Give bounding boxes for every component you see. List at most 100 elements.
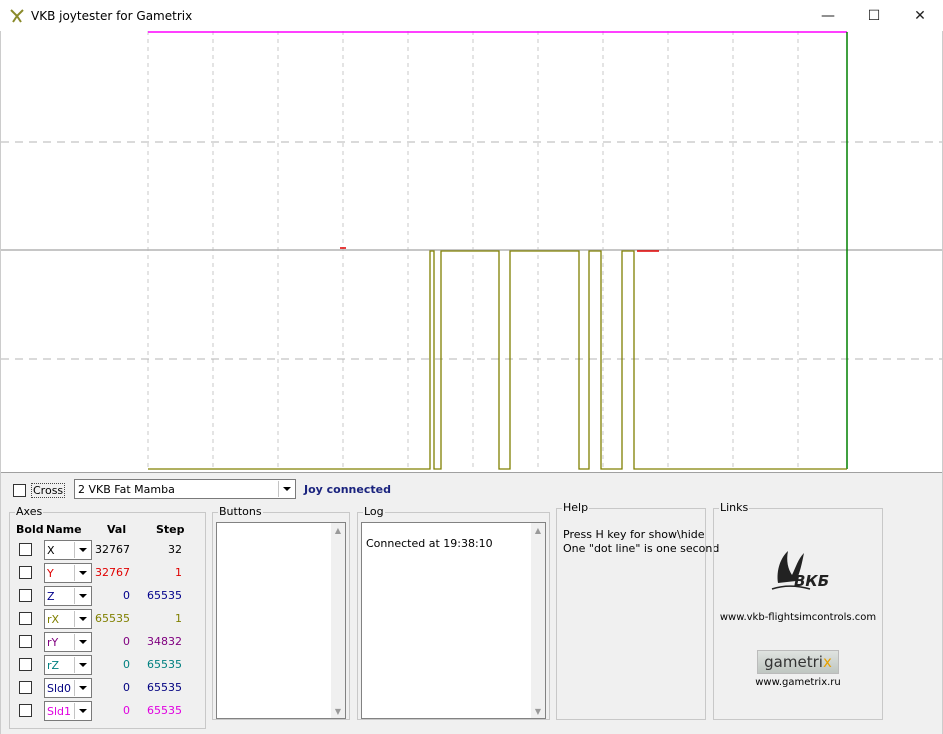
scroll-down-icon[interactable]: ▼ [531,704,545,718]
vkb-logo[interactable]: ВКБ [766,545,836,595]
log-list[interactable]: Connected at 19:38:10 ▲ ▼ [361,522,546,719]
axis-value: 0 [123,681,130,694]
vkb-logo-text: ВКБ [794,572,830,590]
axis-row-x: X 32767 32 [10,540,200,562]
log-group-title: Log [363,505,385,518]
log-scrollbar[interactable]: ▲ ▼ [531,523,545,718]
axis-row-rz: rZ 0 65535 [10,655,200,677]
chevron-down-icon[interactable] [74,611,90,627]
cross-checkbox[interactable] [13,483,26,497]
chevron-down-icon[interactable] [74,657,90,673]
chevron-down-icon[interactable] [74,588,90,604]
maximize-button[interactable]: ☐ [851,0,897,31]
scroll-down-icon[interactable]: ▼ [331,704,345,718]
axis-row-y: Y 32767 1 [10,563,200,585]
buttons-group-title: Buttons [218,505,263,518]
vkb-link[interactable]: www.vkb-flightsimcontrols.com [715,612,881,623]
axis-step: 65535 [147,658,182,671]
axis-bold-checkbox[interactable] [19,589,32,602]
log-line: Connected at 19:38:10 [366,537,493,550]
links-group-title: Links [719,501,750,514]
axis-step: 65535 [147,589,182,602]
axis-name: Y [47,567,54,580]
chevron-down-icon[interactable] [74,703,90,719]
axis-row-ry: rY 0 34832 [10,632,200,654]
gametrix-logo-x: x [822,653,832,671]
axis-row-z: Z 0 65535 [10,586,200,608]
axis-bold-checkbox[interactable] [19,658,32,671]
minimize-icon: — [821,7,835,24]
axis-name-select[interactable]: rY [44,632,92,652]
axis-name: rX [47,613,60,626]
axis-step: 1 [175,566,182,579]
axis-value: 0 [123,704,130,717]
axes-group: Axes Bold Name Val Step X 32767 32 Y 327… [9,506,206,729]
chevron-down-icon[interactable] [74,565,90,581]
buttons-scrollbar[interactable]: ▲ ▼ [331,523,345,718]
device-select[interactable]: 2 VKB Fat Mamba [74,479,296,499]
axis-step: 1 [175,612,182,625]
axis-bold-checkbox[interactable] [19,612,32,625]
buttons-list[interactable]: ▲ ▼ [216,522,346,719]
axis-name: rZ [47,659,60,672]
signal-plot [1,31,942,472]
scroll-up-icon[interactable]: ▲ [331,523,345,537]
help-line: Press H key for show\hide [563,528,705,541]
axes-header-val: Val [107,523,127,536]
title-bar: VKB joytester for Gametrix — ☐ ✕ [0,0,943,31]
axis-value: 0 [123,635,130,648]
chevron-down-icon[interactable] [278,481,294,497]
axis-step: 65535 [147,681,182,694]
axis-name-select[interactable]: rX [44,609,92,629]
axis-value: 65535 [95,612,130,625]
axis-value: 0 [123,589,130,602]
close-icon: ✕ [914,7,926,24]
buttons-group: Buttons ▲ ▼ [212,506,350,720]
vkb-app-icon [10,9,24,23]
cross-label: Cross [31,482,66,498]
maximize-icon: ☐ [867,7,881,24]
axis-name: rY [47,636,59,649]
axis-value: 32767 [95,543,130,556]
close-button[interactable]: ✕ [897,0,943,31]
axis-bold-checkbox[interactable] [19,704,32,717]
axes-group-title: Axes [15,505,44,518]
axis-value: 0 [123,658,130,671]
axis-bold-checkbox[interactable] [19,543,32,556]
axis-name-select[interactable]: Z [44,586,92,606]
axis-name-select[interactable]: Sld0 [44,678,92,698]
axis-step: 32 [168,543,182,556]
gametrix-logo[interactable]: gametrix [757,650,839,674]
axes-header-name: Name [46,523,82,536]
log-group: Log Connected at 19:38:10 ▲ ▼ [357,506,550,720]
gametrix-link[interactable]: www.gametrix.ru [715,677,881,688]
help-line: One "dot line" is one second [563,542,720,555]
gametrix-logo-text: gametri [764,653,823,671]
axis-bold-checkbox[interactable] [19,681,32,694]
axes-header-bold: Bold [16,523,44,536]
connection-status: Joy connected [304,483,391,496]
axis-name-select[interactable]: Y [44,563,92,583]
scroll-up-icon[interactable]: ▲ [531,523,545,537]
help-group: Help Press H key for show\hide One "dot … [556,502,719,720]
rx-trace [148,250,847,470]
axis-name-select[interactable]: Sld1 [44,701,92,721]
axis-name-select[interactable]: X [44,540,92,560]
axis-row-sld1: Sld1 0 65535 [10,701,200,723]
chevron-down-icon[interactable] [74,542,90,558]
axis-step: 65535 [147,704,182,717]
axis-row-rx: rX 65535 1 [10,609,200,631]
plot-canvas [1,31,942,470]
minimize-button[interactable]: — [805,0,851,31]
chevron-down-icon[interactable] [74,634,90,650]
control-panel: Cross 2 VKB Fat Mamba Joy connected Axes… [1,472,942,734]
axis-bold-checkbox[interactable] [19,635,32,648]
axis-name: Sld0 [47,682,72,695]
axis-row-sld0: Sld0 0 65535 [10,678,200,700]
axis-name-select[interactable]: rZ [44,655,92,675]
chevron-down-icon[interactable] [74,680,90,696]
axis-bold-checkbox[interactable] [19,566,32,579]
axis-value: 32767 [95,566,130,579]
axis-name: X [47,544,55,557]
cross-toggle[interactable]: Cross [13,482,66,498]
